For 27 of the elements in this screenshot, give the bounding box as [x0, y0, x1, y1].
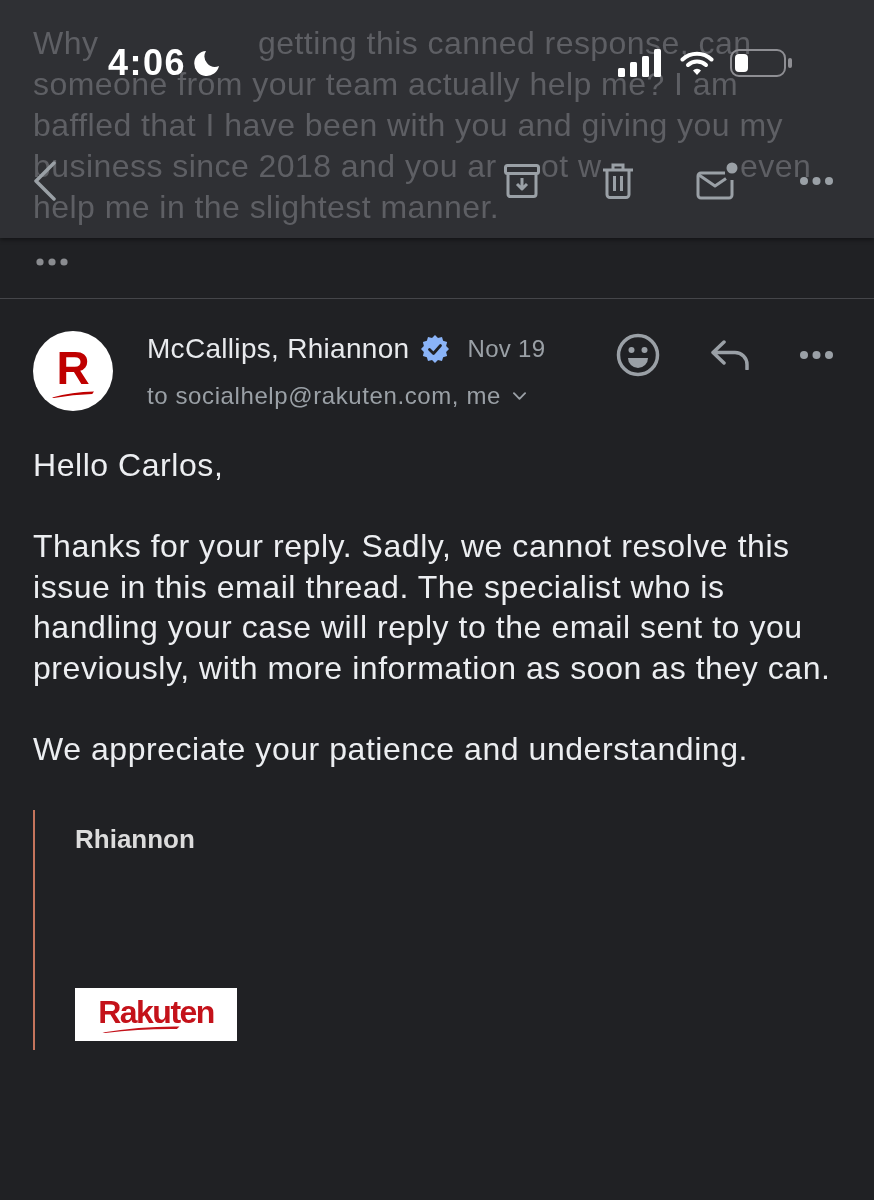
- more-icon: [800, 177, 833, 185]
- message-more-button[interactable]: [800, 351, 833, 359]
- chevron-down-icon: [512, 392, 526, 400]
- more-icon: [36, 258, 68, 266]
- body-paragraph: Hello Carlos,: [33, 446, 225, 485]
- message-date: Nov 19: [467, 334, 546, 364]
- more-icon: [800, 351, 833, 359]
- reply-button[interactable]: [710, 340, 750, 370]
- archive-icon: [504, 164, 540, 198]
- delete-button[interactable]: [602, 163, 634, 199]
- swoosh-icon: [101, 1026, 181, 1033]
- mark-unread-button[interactable]: [696, 162, 738, 200]
- more-button[interactable]: [800, 177, 833, 185]
- body-paragraph: Thanks for your reply. Sadly, we cannot resolve this issue in this email thread. The specialist who is handling your case will reply to the email sent to you previously, with more information as soon as they can.: [33, 527, 832, 688]
- archive-button[interactable]: [504, 164, 540, 198]
- body-paragraph: We appreciate your patience and understanding.: [33, 729, 749, 769]
- swoosh-icon: [50, 391, 96, 398]
- sender-name: McCallips, Rhiannon: [147, 332, 410, 366]
- signature-name: Rhiannon: [75, 823, 195, 854]
- react-button[interactable]: [616, 333, 660, 377]
- show-trimmed-button[interactable]: [36, 258, 68, 266]
- mail-dot-icon: [696, 162, 738, 200]
- smiley-icon: [616, 333, 660, 377]
- trash-icon: [602, 163, 634, 199]
- reply-icon: [710, 340, 750, 370]
- logo-wordmark: Rakuten: [98, 995, 214, 1029]
- avatar-letter: R: [56, 346, 90, 390]
